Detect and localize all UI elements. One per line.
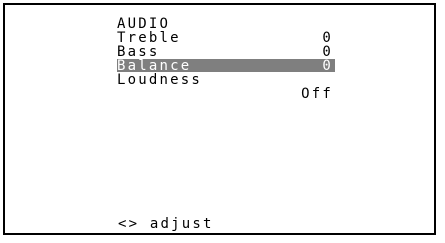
menu-item-label: Bass: [117, 44, 160, 60]
menu-item-bass[interactable]: Bass 0: [117, 44, 335, 60]
menu-item-value: 0: [322, 30, 333, 46]
menu-item-balance[interactable]: Balance 0: [117, 58, 335, 74]
loudness-value-row: Off: [117, 87, 335, 101]
loudness-value: Off: [301, 86, 333, 102]
menu-item-value: 0: [322, 44, 333, 60]
osd-screen: AUDIO Treble 0 Bass 0 Balance 0 Loudness…: [3, 3, 436, 235]
menu-item-treble[interactable]: Treble 0: [117, 30, 335, 46]
menu-item-label: Treble: [117, 30, 181, 46]
menu-item-value: 0: [322, 58, 333, 74]
audio-menu: AUDIO Treble 0 Bass 0 Balance 0 Loudness…: [5, 5, 434, 233]
menu-item-label: Balance: [117, 58, 192, 74]
menu-title: AUDIO: [117, 16, 171, 32]
adjust-hint: <> adjust: [118, 216, 214, 232]
menu-item-label: Loudness: [117, 72, 203, 88]
menu-item-loudness[interactable]: Loudness: [117, 72, 335, 88]
